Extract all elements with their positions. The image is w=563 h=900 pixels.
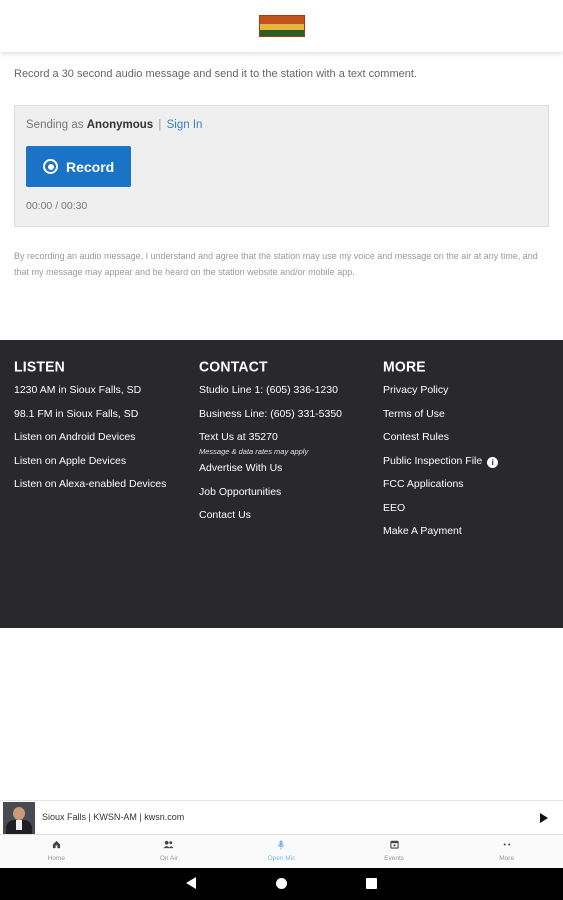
record-label: Record [66, 158, 115, 175]
footer-listen-column: LISTEN 1230 AM in Sioux Falls, SD 98.1 F… [14, 358, 166, 502]
text-us-link[interactable]: Text Us at 35270 [199, 431, 278, 443]
sending-user: Anonymous [86, 119, 154, 131]
public-file-link[interactable]: Public Inspection File [383, 455, 482, 467]
listen-link-alexa[interactable]: Listen on Alexa-enabled Devices [14, 478, 166, 490]
tab-events-label: Events [384, 855, 405, 862]
bottom-tab-bar: Home On Air Open Mic Events More [0, 834, 563, 868]
info-icon[interactable]: i [487, 456, 499, 468]
intro-text: Record a 30 second audio message and sen… [14, 68, 417, 80]
tab-open-mic[interactable]: Open Mic [225, 835, 338, 868]
tab-home[interactable]: Home [0, 835, 113, 868]
sending-as: Sending as Anonymous | Sign In [26, 119, 202, 131]
record-button[interactable]: Record [26, 146, 131, 187]
sign-in-link[interactable]: Sign In [167, 119, 203, 131]
tab-events[interactable]: Events [338, 835, 451, 868]
privacy-link[interactable]: Privacy Policy [383, 384, 448, 396]
footer-more-column: MORE Privacy Policy Terms of Use Contest… [383, 357, 499, 549]
more-heading: MORE [383, 357, 426, 375]
separator: | [158, 119, 162, 131]
disclaimer-text: By recording an audio message, I underst… [14, 251, 538, 277]
contest-rules-link[interactable]: Contest Rules [383, 431, 449, 443]
studio-line-link[interactable]: Studio Line 1: (605) 336-1230 [199, 384, 338, 396]
listen-heading: LISTEN [14, 357, 65, 375]
listen-link-apple[interactable]: Listen on Apple Devices [14, 455, 126, 467]
contact-us-link[interactable]: Contact Us [199, 509, 251, 521]
microphone-icon [277, 840, 285, 852]
android-nav-bar [0, 868, 563, 900]
sending-prefix: Sending as [26, 119, 84, 131]
listen-link-android[interactable]: Listen on Android Devices [14, 431, 135, 443]
contact-heading: CONTACT [199, 357, 268, 375]
home-icon [52, 840, 61, 852]
tab-more[interactable]: More [450, 835, 563, 868]
listen-link-fm[interactable]: 98.1 FM in Sioux Falls, SD [14, 408, 138, 420]
eeo-link[interactable]: EEO [383, 502, 405, 514]
tab-on-air-label: On Air [159, 855, 178, 862]
tab-on-air[interactable]: On Air [113, 835, 226, 868]
tab-home-label: Home [47, 855, 65, 862]
terms-link[interactable]: Terms of Use [383, 408, 445, 420]
business-line-link[interactable]: Business Line: (605) 331-5350 [199, 408, 342, 420]
app-header [0, 0, 563, 52]
text-rates-note: Message & data rates may apply [199, 447, 309, 456]
mini-player[interactable]: Sioux Falls | KWSN-AM | kwsn.com [0, 800, 563, 834]
host-thumbnail [3, 802, 35, 834]
recents-square-icon[interactable] [366, 878, 377, 889]
fcc-link[interactable]: FCC Applications [383, 478, 464, 490]
tab-more-label: More [499, 855, 515, 862]
record-timer: 00:00 / 00:30 [26, 200, 88, 212]
payment-link[interactable]: Make A Payment [383, 525, 462, 537]
listen-link-am[interactable]: 1230 AM in Sioux Falls, SD [14, 384, 141, 396]
people-icon [163, 840, 174, 852]
record-icon [43, 159, 58, 174]
station-logo[interactable] [258, 15, 305, 37]
home-circle-icon[interactable] [276, 878, 287, 889]
more-dots-icon [502, 840, 512, 852]
advertise-link[interactable]: Advertise With Us [199, 462, 282, 474]
calendar-icon [389, 840, 399, 852]
jobs-link[interactable]: Job Opportunities [199, 486, 281, 498]
play-icon[interactable] [540, 813, 548, 823]
recorder-panel: Sending as Anonymous | Sign In Record 00… [14, 105, 549, 227]
footer-contact-column: CONTACT Studio Line 1: (605) 336-1230 Bu… [199, 358, 342, 533]
tab-open-mic-label: Open Mic [267, 855, 296, 862]
back-icon[interactable] [186, 877, 196, 889]
player-title: Sioux Falls | KWSN-AM | kwsn.com [42, 812, 185, 822]
site-footer: LISTEN 1230 AM in Sioux Falls, SD 98.1 F… [0, 340, 563, 628]
